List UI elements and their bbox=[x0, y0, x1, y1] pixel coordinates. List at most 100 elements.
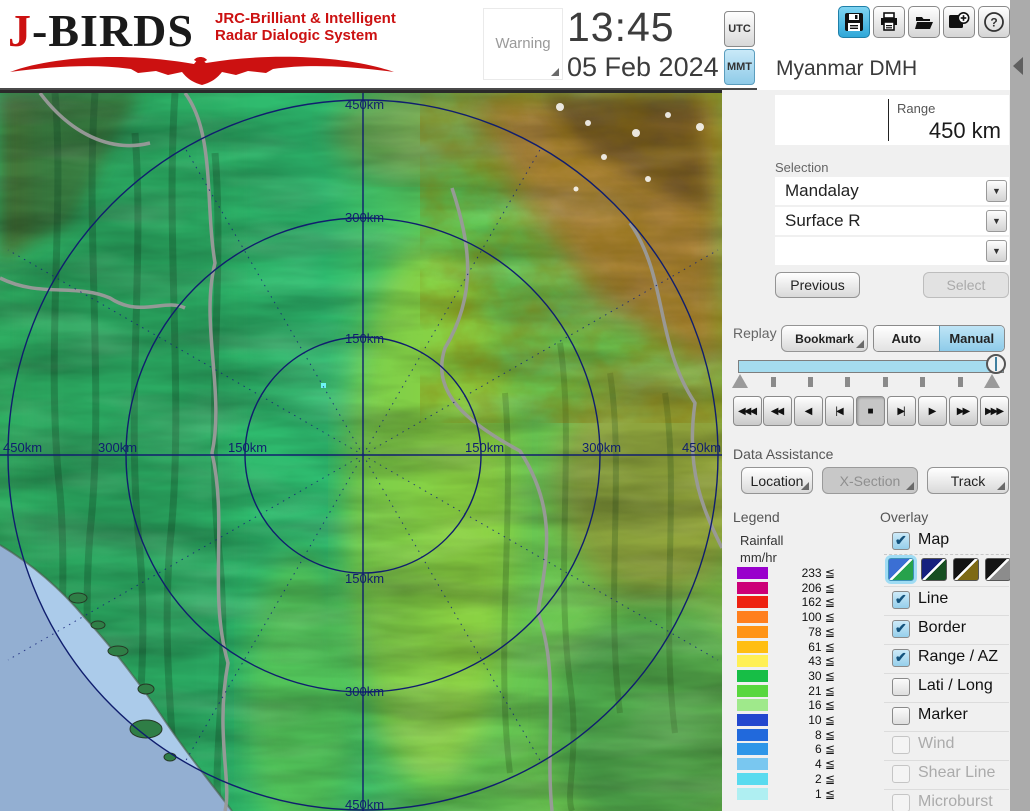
replay-timeline-handle[interactable] bbox=[986, 354, 1006, 374]
logo-tagline: JRC-Brilliant & Intelligent Radar Dialog… bbox=[215, 10, 396, 44]
open-folder-button[interactable] bbox=[908, 6, 940, 38]
product-dropdown[interactable]: Surface R ▼ bbox=[775, 207, 1009, 235]
replay-label: Replay bbox=[733, 325, 777, 341]
svg-text:?: ? bbox=[990, 16, 997, 30]
legend-color-swatch bbox=[737, 714, 768, 726]
track-button[interactable]: Track bbox=[927, 467, 1009, 494]
map-style-swatch[interactable] bbox=[953, 558, 979, 581]
ring-label: 150km bbox=[465, 440, 504, 455]
chevron-down-icon[interactable]: ▼ bbox=[986, 210, 1007, 232]
map-style-swatch[interactable] bbox=[985, 558, 1011, 581]
ring-label: 150km bbox=[345, 571, 384, 586]
forward-fast-button[interactable]: ▶▶▶ bbox=[980, 396, 1009, 426]
legend-threshold: 61 ≦ bbox=[808, 639, 835, 654]
overlay-label: Overlay bbox=[880, 509, 929, 525]
legend-color-swatch bbox=[737, 743, 768, 756]
save-icon bbox=[845, 13, 863, 31]
site-dropdown[interactable]: Mandalay ▼ bbox=[775, 177, 1009, 205]
legend-color-swatch bbox=[737, 669, 768, 682]
header-bar: J-BIRDS JRC-Brilliant & Intelligent Rada… bbox=[0, 0, 1010, 90]
overlay-row-shear-line: Shear Line bbox=[884, 764, 1010, 788]
legend-threshold: 2 ≦ bbox=[814, 771, 835, 786]
forward-button[interactable]: ▶▶ bbox=[949, 396, 978, 426]
legend-row: 21 ≦ bbox=[737, 683, 852, 698]
legend-row: 78 ≦ bbox=[737, 625, 852, 639]
legend-label: Legend bbox=[733, 509, 780, 525]
timeline-tick bbox=[920, 377, 925, 387]
warning-label: Warning bbox=[495, 35, 551, 52]
play-backward-button[interactable]: ◀ bbox=[794, 396, 823, 426]
option-dropdown[interactable]: ▼ bbox=[775, 237, 1009, 265]
site-dropdown-value: Mandalay bbox=[785, 181, 859, 200]
legend-row: 61 ≦ bbox=[737, 639, 852, 654]
legend-threshold: 4 ≦ bbox=[814, 757, 835, 772]
jbirds-logo: J-BIRDS JRC-Brilliant & Intelligent Rada… bbox=[8, 4, 398, 86]
x-section-button[interactable]: X-Section bbox=[822, 467, 918, 494]
timeline-start-marker[interactable] bbox=[732, 374, 748, 388]
map-style-swatch[interactable] bbox=[921, 558, 947, 581]
warning-button[interactable]: Warning bbox=[483, 8, 563, 80]
overlay-row-line: Line bbox=[884, 590, 1010, 614]
auto-mode-button[interactable]: Auto bbox=[874, 326, 939, 351]
timeline-end-marker[interactable] bbox=[984, 374, 1000, 388]
location-button[interactable]: Location bbox=[741, 467, 813, 494]
timeline-tick bbox=[771, 377, 776, 387]
select-button[interactable]: Select bbox=[923, 272, 1009, 298]
utc-button[interactable]: UTC bbox=[724, 11, 755, 47]
chevron-down-icon[interactable]: ▼ bbox=[986, 180, 1007, 202]
lati-long-checkbox[interactable] bbox=[892, 678, 910, 696]
step-forward-button[interactable]: ▶| bbox=[887, 396, 916, 426]
chevron-down-icon[interactable]: ▼ bbox=[986, 240, 1007, 262]
product-dropdown-value: Surface R bbox=[785, 211, 861, 230]
step-back-button[interactable]: |◀ bbox=[825, 396, 854, 426]
rewind-fast-button[interactable]: ◀◀◀ bbox=[733, 396, 762, 426]
print-icon bbox=[881, 12, 897, 31]
legend-color-swatch bbox=[737, 728, 768, 741]
map-checkbox[interactable] bbox=[892, 532, 910, 550]
overlay-row-lati-long: Lati / Long bbox=[884, 677, 1010, 701]
manual-mode-button[interactable]: Manual bbox=[938, 326, 1004, 351]
timeline-tick bbox=[883, 377, 888, 387]
ring-label: 150km bbox=[228, 440, 267, 455]
bookmark-button[interactable]: Bookmark bbox=[781, 325, 868, 352]
range-az-checkbox[interactable] bbox=[892, 649, 910, 667]
legend-row: 6 ≦ bbox=[737, 742, 852, 757]
previous-button[interactable]: Previous bbox=[775, 272, 860, 298]
legend-row: 206 ≦ bbox=[737, 581, 852, 595]
map-style-swatch[interactable] bbox=[888, 558, 914, 581]
jbirds-application: J-BIRDS JRC-Brilliant & Intelligent Rada… bbox=[0, 0, 1030, 811]
mmt-button[interactable]: MMT bbox=[724, 49, 755, 85]
save-button[interactable] bbox=[838, 6, 870, 38]
eagle-icon bbox=[10, 56, 394, 85]
marker-checkbox[interactable] bbox=[892, 707, 910, 725]
station-title: Myanmar DMH bbox=[776, 57, 918, 80]
legend-color-swatch bbox=[737, 567, 768, 579]
data-assistance-label: Data Assistance bbox=[733, 446, 834, 462]
ring-label: 300km bbox=[582, 440, 621, 455]
legend-row: 4 ≦ bbox=[737, 757, 852, 772]
border-checkbox[interactable] bbox=[892, 620, 910, 638]
help-button[interactable]: ? bbox=[978, 6, 1010, 38]
overlay-row-border: Border bbox=[884, 619, 1010, 643]
legend-color-swatch bbox=[737, 758, 768, 771]
replay-timeline-track[interactable] bbox=[738, 360, 1004, 373]
replay-mode-group: Auto Manual bbox=[873, 325, 1005, 352]
print-button[interactable] bbox=[873, 6, 905, 38]
collapse-panel-icon[interactable] bbox=[1013, 57, 1023, 75]
legend-threshold: 100 ≦ bbox=[801, 610, 835, 625]
legend-threshold: 162 ≦ bbox=[801, 595, 835, 610]
legend-threshold: 8 ≦ bbox=[814, 727, 835, 742]
range-divider bbox=[888, 99, 889, 141]
legend-threshold: 21 ≦ bbox=[808, 683, 835, 698]
legend-threshold: 6 ≦ bbox=[814, 742, 835, 757]
timeline-tick bbox=[845, 377, 850, 387]
rewind-button[interactable]: ◀◀ bbox=[763, 396, 792, 426]
capture-add-button[interactable] bbox=[943, 6, 975, 38]
play-button[interactable]: ▶ bbox=[918, 396, 947, 426]
selection-label: Selection bbox=[775, 160, 829, 175]
line-checkbox[interactable] bbox=[892, 591, 910, 609]
radar-map[interactable]: 450km 300km 150km 150km 300km 450km 450k… bbox=[0, 90, 722, 811]
ring-label: 300km bbox=[345, 210, 384, 225]
legend-color-swatch bbox=[737, 655, 768, 668]
stop-button[interactable]: ■ bbox=[856, 396, 885, 426]
